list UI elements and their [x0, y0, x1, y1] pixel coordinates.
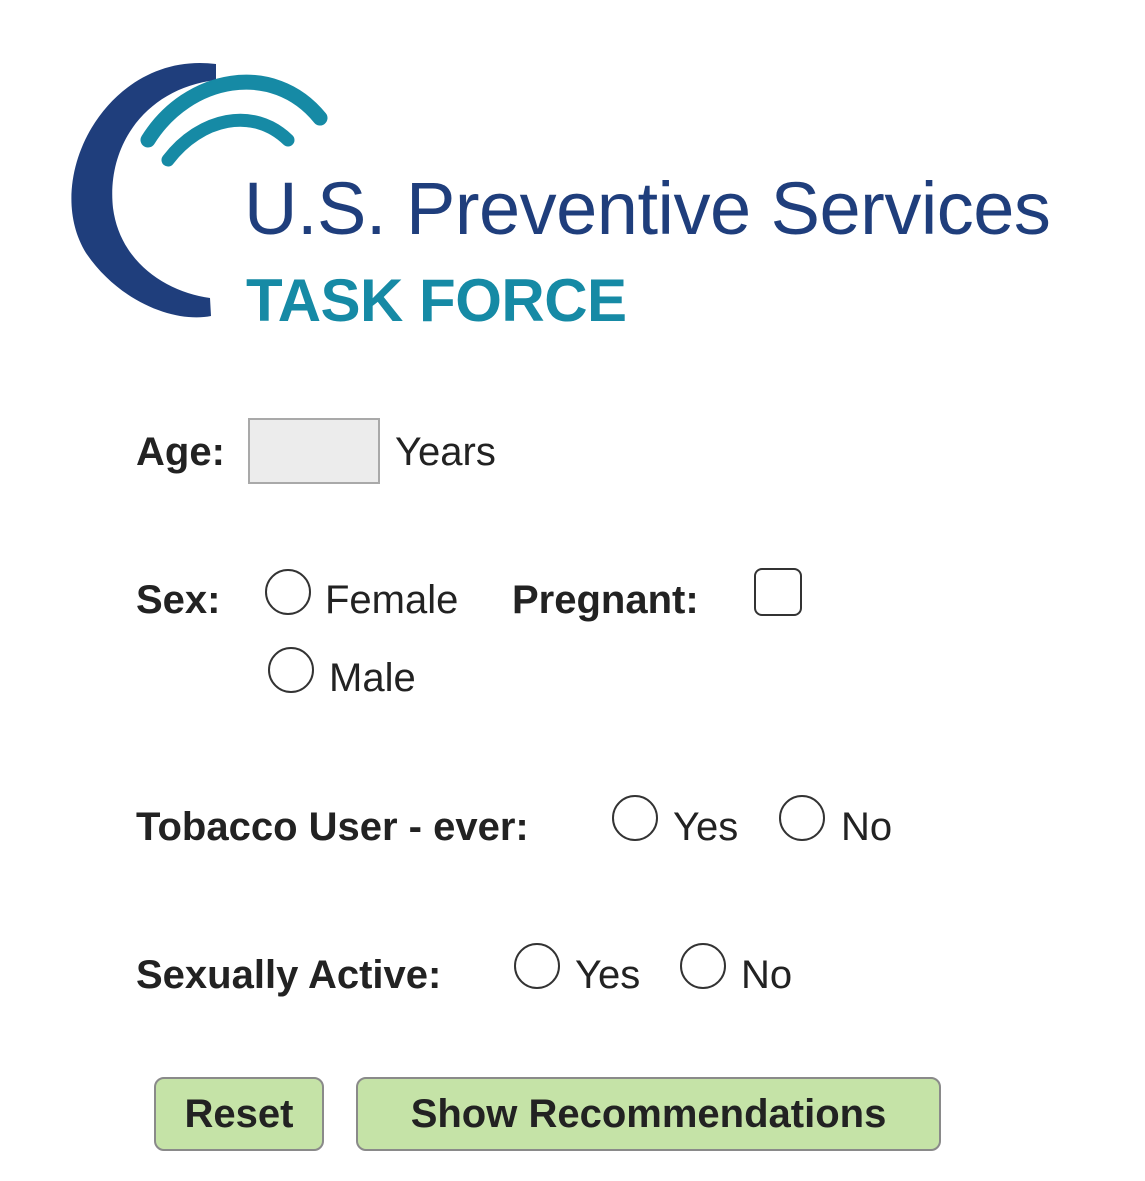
tobacco-no-label: No	[841, 805, 893, 849]
tobacco-no-radio[interactable]	[779, 795, 825, 841]
uspstf-logo: U.S. Preventive Services TASK FORCE	[48, 48, 1138, 338]
sex-female-label: Female	[325, 578, 459, 622]
sex-male-label: Male	[329, 656, 416, 700]
pregnant-checkbox[interactable]	[754, 568, 802, 616]
sexually-active-no-radio[interactable]	[680, 943, 726, 989]
tobacco-label: Tobacco User - ever:	[136, 805, 529, 849]
tobacco-yes-label: Yes	[673, 805, 739, 849]
age-input[interactable]	[248, 418, 380, 484]
logo-subtitle: TASK FORCE	[246, 267, 627, 334]
sex-female-radio[interactable]	[265, 569, 311, 615]
pregnant-label: Pregnant:	[512, 578, 699, 622]
sexually-active-no-label: No	[741, 953, 793, 997]
show-recommendations-button[interactable]: Show Recommendations	[356, 1077, 941, 1151]
sex-label: Sex:	[136, 578, 221, 622]
age-label: Age:	[136, 430, 225, 474]
age-unit-label: Years	[395, 430, 496, 474]
tobacco-yes-radio[interactable]	[612, 795, 658, 841]
sexually-active-label: Sexually Active:	[136, 953, 442, 997]
sexually-active-yes-radio[interactable]	[514, 943, 560, 989]
logo-title: U.S. Preventive Services	[244, 167, 1051, 250]
reset-button[interactable]: Reset	[154, 1077, 324, 1151]
sex-male-radio[interactable]	[268, 647, 314, 693]
sexually-active-yes-label: Yes	[575, 953, 641, 997]
